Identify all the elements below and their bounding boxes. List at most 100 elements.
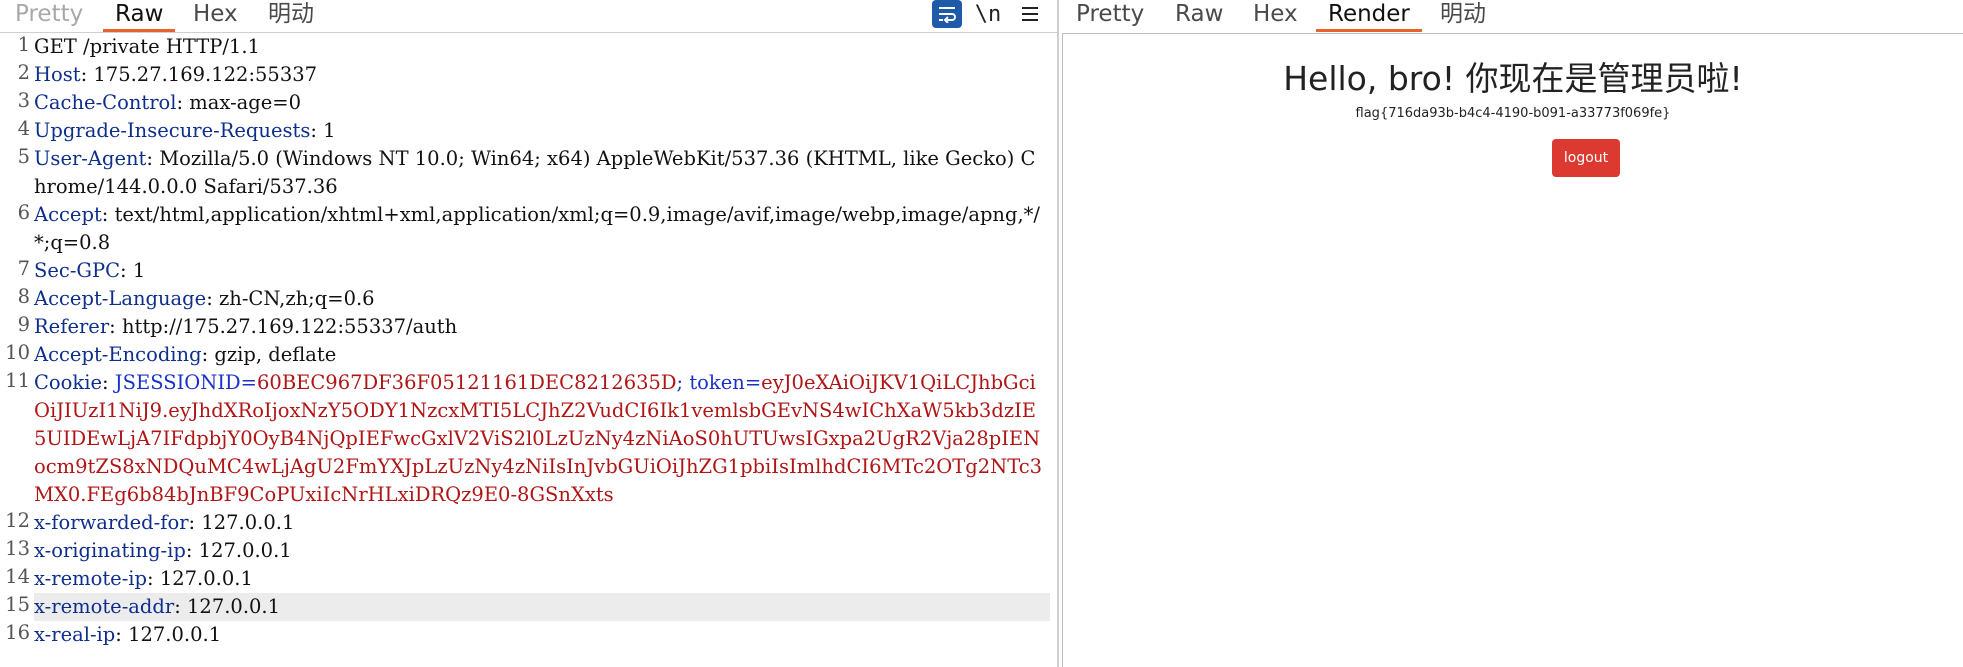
header-separator: : [102, 371, 115, 394]
header-separator: : [201, 343, 215, 366]
line-number: 8 [17, 285, 30, 308]
line-number: 9 [17, 313, 30, 336]
header-separator: : [109, 315, 122, 338]
wrap-lines-icon [939, 7, 956, 23]
tab-render[interactable]: Render [1316, 0, 1422, 32]
header-separator: : [115, 623, 129, 646]
header-name: Sec-GPC [34, 259, 121, 282]
header-name: Cache-Control [34, 91, 177, 114]
tab-extension[interactable]: 明动 [268, 0, 314, 30]
tab-raw[interactable]: Raw [102, 0, 176, 32]
flag-text: flag{716da93b-b4c4-4190-b091-a33773f069f… [1355, 106, 1671, 121]
render-view: Hello, bro! 你现在是管理员啦! flag{716da93b-b4c4… [1062, 33, 1963, 667]
header-name: Cookie [34, 371, 102, 394]
header-name: x-forwarded-for [34, 511, 189, 534]
page-title: Hello, bro! 你现在是管理员啦! [1283, 59, 1743, 98]
line-number: 10 [5, 341, 30, 364]
header-separator: : [101, 203, 115, 226]
line-number: 3 [17, 89, 30, 112]
menu-icon [1022, 7, 1038, 21]
menu-button[interactable] [1015, 0, 1045, 28]
header-value: 127.0.0.1 [187, 595, 281, 618]
header-name: Accept-Encoding [34, 343, 202, 366]
header-value: 127.0.0.1 [159, 567, 253, 590]
header-separator: : [146, 147, 160, 170]
header-value: 127.0.0.1 [201, 511, 295, 534]
header-name: Accept [34, 203, 102, 226]
header-separator: : [147, 567, 160, 590]
logout-button[interactable]: logout [1552, 139, 1620, 177]
tab-pretty[interactable]: Pretty [15, 0, 83, 30]
header-text: x-remote-addr: 127.0.0.1 [34, 593, 1050, 621]
header-text: Cache-Control: max-age=0 [34, 89, 1050, 117]
header-value: zh-CN,zh;q=0.6 [218, 287, 375, 310]
line-number: 13 [5, 537, 30, 560]
header-value: http://175.27.169.122:55337/auth [121, 315, 458, 338]
line-number: 6 [17, 201, 30, 224]
header-line: 2 Host: 175.27.169.122:55337 [0, 61, 1058, 89]
request-line-value: GET /private HTTP/1.1 [34, 35, 260, 58]
tab-pretty[interactable]: Pretty [1076, 0, 1144, 30]
header-separator: : [310, 119, 324, 142]
header-separator: : [176, 91, 190, 114]
cookie-value-jsessionid: 60BEC967DF36F05121161DEC8212635D [257, 371, 677, 394]
header-line: 8 Accept-Language: zh-CN,zh;q=0.6 [0, 285, 1058, 313]
line-number: 7 [17, 257, 30, 280]
header-line: 3 Cache-Control: max-age=0 [0, 89, 1058, 117]
line-number: 14 [5, 565, 30, 588]
header-text: x-originating-ip: 127.0.0.1 [34, 537, 1050, 565]
tab-hex[interactable]: Hex [193, 0, 238, 30]
header-name: x-remote-addr [34, 595, 175, 618]
tab-hex[interactable]: Hex [1253, 0, 1298, 30]
header-name: User-Agent [34, 147, 147, 170]
header-separator: : [80, 63, 94, 86]
header-value: text/html,application/xhtml+xml,applicat… [34, 203, 1040, 254]
header-value: Mozilla/5.0 (Windows NT 10.0; Win64; x64… [34, 147, 1036, 198]
request-tabbar: Pretty Raw Hex 明动 \n [0, 0, 1058, 33]
line-number: 12 [5, 509, 30, 532]
header-text: Sec-GPC: 1 [34, 257, 1050, 285]
cookie-name-jsessionid: JSESSIONID [114, 371, 241, 394]
show-newlines-button[interactable]: \n [973, 0, 1003, 28]
line-number: 16 [5, 621, 30, 644]
header-line: 14 x-remote-ip: 127.0.0.1 [0, 565, 1058, 593]
header-separator: : [185, 539, 199, 562]
header-line: 9 Referer: http://175.27.169.122:55337/a… [0, 313, 1058, 341]
line-number: 5 [17, 145, 30, 168]
header-text: Accept-Language: zh-CN,zh;q=0.6 [34, 285, 1050, 313]
request-editor[interactable]: 1 GET /private HTTP/1.1 2 Host: 175.27.1… [0, 33, 1058, 667]
header-text: Host: 175.27.169.122:55337 [34, 61, 1050, 89]
header-line: 12 x-forwarded-for: 127.0.0.1 [0, 509, 1058, 537]
header-separator: : [188, 511, 202, 534]
line-number: 15 [5, 593, 30, 616]
header-text: Upgrade-Insecure-Requests: 1 [34, 117, 1050, 145]
tab-raw[interactable]: Raw [1175, 0, 1223, 30]
line-number: 11 [5, 369, 30, 392]
wrap-lines-button[interactable] [932, 0, 962, 28]
header-text: x-real-ip: 127.0.0.1 [34, 621, 1050, 649]
tab-extension[interactable]: 明动 [1440, 0, 1486, 30]
header-name: x-real-ip [34, 623, 116, 646]
header-separator: : [206, 287, 219, 310]
header-text: User-Agent: Mozilla/5.0 (Windows NT 10.0… [34, 145, 1050, 201]
header-value: 127.0.0.1 [198, 539, 292, 562]
header-text: Accept-Encoding: gzip, deflate [34, 341, 1050, 369]
header-value: 127.0.0.1 [128, 623, 222, 646]
header-line-highlighted: 15 x-remote-addr: 127.0.0.1 [0, 593, 1058, 621]
request-pane: Pretty Raw Hex 明动 \n 1 GET /private HTTP… [0, 0, 1058, 667]
header-value: 175.27.169.122:55337 [93, 63, 318, 86]
header-line: 16 x-real-ip: 127.0.0.1 [0, 621, 1058, 649]
header-name: Referer [34, 315, 110, 338]
pane-divider[interactable] [1057, 0, 1059, 667]
header-name: x-remote-ip [34, 567, 148, 590]
header-name: Upgrade-Insecure-Requests [34, 119, 311, 142]
header-separator: : [174, 595, 187, 618]
header-text: x-remote-ip: 127.0.0.1 [34, 565, 1050, 593]
header-line: 10 Accept-Encoding: gzip, deflate [0, 341, 1058, 369]
header-line: 4 Upgrade-Insecure-Requests: 1 [0, 117, 1058, 145]
line-number: 2 [17, 61, 30, 84]
line-number: 1 [17, 33, 30, 56]
cookie-equals: = [240, 371, 257, 394]
cookie-line: 11 Cookie: JSESSIONID=60BEC967DF36F05121… [0, 369, 1058, 509]
header-line: 13 x-originating-ip: 127.0.0.1 [0, 537, 1058, 565]
